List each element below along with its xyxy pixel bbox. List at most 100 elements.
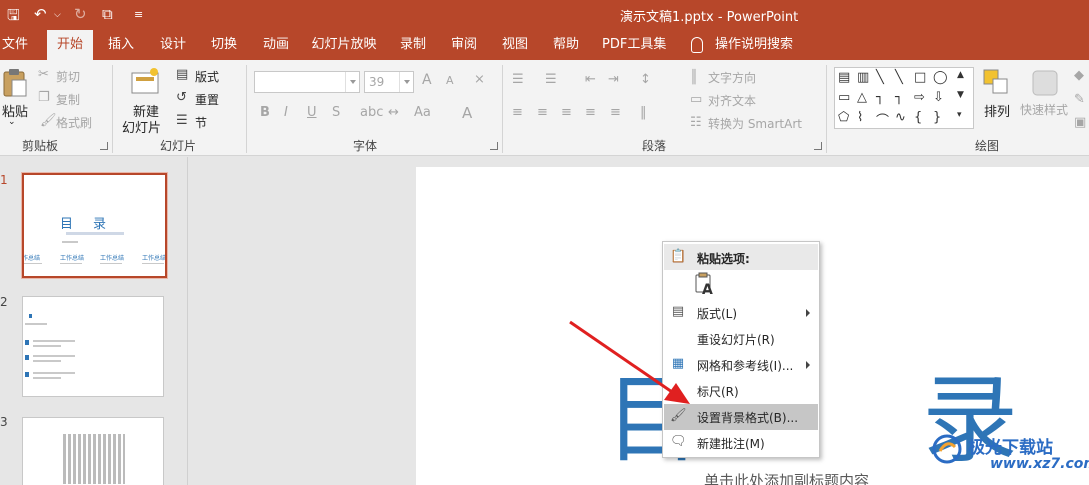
- slide-thumbnail-3[interactable]: [22, 417, 164, 485]
- paste-clipboard-icon: 📋: [670, 249, 687, 264]
- numbering-icon: ☰: [545, 72, 557, 87]
- menu-item-layout[interactable]: ▤ 版式(L): [664, 300, 818, 326]
- clipboard-group-label: 剪贴板: [22, 139, 59, 153]
- thumb-text-line: [100, 263, 122, 264]
- new-slide-icon[interactable]: [130, 67, 160, 97]
- convert-smartart-button: 转换为 SmartArt: [708, 117, 802, 131]
- text-shadow-icon: S: [332, 105, 341, 120]
- tab-home[interactable]: 开始: [47, 30, 93, 60]
- keep-text-only-paste-button[interactable]: A: [693, 272, 717, 298]
- quick-styles-button: 快速样式: [1020, 103, 1069, 117]
- tab-transitions[interactable]: 切换: [209, 30, 239, 60]
- paste-dropdown-icon[interactable]: ⌄: [8, 117, 16, 127]
- arrange-button[interactable]: 排列: [984, 101, 1010, 120]
- decrease-indent-icon: ⇤: [585, 72, 596, 87]
- paragraph-launcher-icon[interactable]: [814, 142, 822, 150]
- arrange-icon[interactable]: [982, 68, 1010, 96]
- thumb-text-line: [33, 345, 61, 347]
- submenu-arrow-icon: [806, 309, 810, 317]
- thumb-text-line: [33, 340, 75, 342]
- font-name-combo[interactable]: [254, 71, 360, 93]
- thumb-title: 目录: [60, 217, 127, 232]
- menu-item-label: 重设幻灯片(R): [697, 333, 775, 347]
- tab-slide-show[interactable]: 幻灯片放映: [311, 30, 377, 60]
- slide-thumbnail-1[interactable]: 目录 作总结 工作总结 工作总结 工作总结: [21, 172, 168, 279]
- title-bar: 🖫 ↶ ⌵ ↻ ⧉ ≡ 演示文稿1.pptx - PowerPoint: [0, 0, 1089, 30]
- menu-item-reset-slide[interactable]: 重设幻灯片(R): [664, 326, 818, 352]
- thumb-marker: [25, 355, 29, 360]
- reset-icon[interactable]: ↺: [176, 90, 187, 105]
- align-left-icon: ≡: [512, 105, 523, 120]
- shrink-font-icon: A: [446, 74, 454, 87]
- thumb-text-line: [33, 360, 61, 362]
- tell-me-search[interactable]: 操作说明搜索: [714, 30, 794, 60]
- thumb-item: 工作总结: [142, 255, 167, 262]
- tab-animations[interactable]: 动画: [261, 30, 291, 60]
- layout-button[interactable]: 版式: [195, 68, 219, 85]
- font-color-icon: A: [462, 104, 473, 122]
- subtitle-placeholder[interactable]: 单击此处添加副标题内容: [704, 470, 869, 485]
- menu-item-ruler[interactable]: 标尺(R): [664, 378, 818, 404]
- clipboard-launcher-icon[interactable]: [100, 142, 108, 150]
- new-slide-button[interactable]: 幻灯片: [122, 117, 161, 136]
- menu-item-grid-guides[interactable]: ▦ 网格和参考线(I)...: [664, 352, 818, 378]
- section-button[interactable]: 节: [195, 114, 207, 131]
- quick-styles-icon: [1032, 70, 1058, 96]
- submenu-arrow-icon: [806, 361, 810, 369]
- group-separator: [246, 65, 247, 153]
- underline-icon: U: [307, 105, 317, 120]
- thumb-text-line: [60, 263, 82, 264]
- tab-file[interactable]: 文件: [0, 30, 30, 60]
- thumb-item: 工作总结: [100, 255, 125, 262]
- font-size-combo[interactable]: 39: [364, 71, 414, 93]
- thumb-text-line: [33, 372, 75, 374]
- customize-toolbar-icon[interactable]: ≡: [134, 8, 143, 21]
- slide-number: 3: [0, 415, 8, 429]
- save-icon[interactable]: 🖫: [7, 5, 20, 30]
- slides-group-label: 幻灯片: [160, 139, 197, 153]
- shape-outline-icon: ✎: [1074, 92, 1085, 107]
- menu-item-new-comment[interactable]: 🗨 新建批注(M): [664, 430, 818, 456]
- layout-menu-icon: ▤: [671, 304, 685, 319]
- distributed-icon: ≡: [610, 105, 621, 120]
- shape-effects-icon: ▣: [1074, 115, 1087, 130]
- thumb-text-line: [142, 263, 164, 264]
- align-right-icon: ≡: [561, 105, 572, 120]
- columns-icon: ‖: [640, 105, 647, 120]
- tab-pdf-tools[interactable]: PDF工具集: [602, 30, 666, 60]
- start-from-beginning-icon[interactable]: ⧉: [102, 5, 113, 23]
- tab-review[interactable]: 审阅: [449, 30, 479, 60]
- font-launcher-icon[interactable]: [490, 142, 498, 150]
- paste-icon[interactable]: [2, 68, 28, 98]
- tab-record[interactable]: 录制: [398, 30, 428, 60]
- new-comment-icon: 🗨: [670, 434, 687, 449]
- slide-thumbnail-pane: 1 目录 作总结 工作总结 工作总结 工作总结 2 3: [0, 157, 188, 485]
- reset-button[interactable]: 重置: [195, 91, 219, 108]
- align-center-icon: ≡: [537, 105, 548, 120]
- undo-icon[interactable]: ↶: [34, 5, 47, 23]
- character-spacing-icon: ↔: [388, 105, 399, 120]
- tab-insert[interactable]: 插入: [106, 30, 136, 60]
- cut-button: 剪切: [56, 70, 81, 84]
- menu-item-label: 网格和参考线(I)...: [697, 359, 794, 373]
- section-icon[interactable]: ☰: [176, 113, 188, 128]
- undo-dropdown-icon[interactable]: ⌵: [54, 10, 61, 20]
- tab-help[interactable]: 帮助: [551, 30, 581, 60]
- group-separator: [502, 65, 503, 153]
- format-painter-button: 格式刷: [56, 116, 93, 130]
- tab-design[interactable]: 设计: [158, 30, 188, 60]
- ribbon-tabs: 文件 开始 插入 设计 切换 动画 幻灯片放映 录制 审阅 视图 帮助 PDF工…: [0, 30, 1089, 60]
- window-title: 演示文稿1.pptx - PowerPoint: [620, 10, 799, 25]
- watermark-logo-icon: [932, 434, 962, 464]
- layout-icon[interactable]: ▤: [176, 67, 188, 82]
- drawing-group-label: 绘图: [975, 139, 1000, 153]
- align-text-icon: ▭: [690, 92, 703, 107]
- thumb-text-line: [62, 241, 78, 243]
- strikethrough-icon: abc: [360, 105, 384, 120]
- copy-button: 复制: [56, 93, 81, 107]
- slide-thumbnail-2[interactable]: [22, 296, 164, 397]
- shapes-gallery[interactable]: ▤ ▥ ╲ ╲ □ ◯ ▭ △ ┐ ┐ ⇨ ⇩ ⬠ ⌇ ⌒ ∿ { } ▲ ▼ …: [834, 67, 974, 129]
- increase-indent-icon: ⇥: [608, 72, 619, 87]
- menu-item-format-background[interactable]: 🖌 设置背景格式(B)...: [664, 404, 818, 430]
- tab-view[interactable]: 视图: [500, 30, 530, 60]
